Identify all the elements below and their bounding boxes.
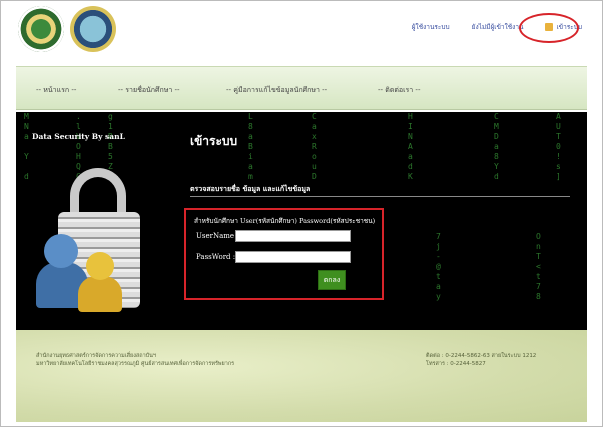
footer-contact: ติดต่อ : 0-2244-5862-63 สายในระบบ 1212 โ… [426, 352, 536, 368]
footer-left-line: มหาวิทยาลัยเทคโนโลยีราชมงคลสุวรรณภูมิ ศู… [36, 361, 235, 367]
matrix-rain: M N a Y d [24, 112, 29, 181]
users-link[interactable]: ผู้ใช้งานระบบ [412, 22, 450, 32]
university-logo [18, 6, 64, 52]
login-panel: M N a Y d . l V O H Q C g 1 R B 5 Z ; L … [16, 112, 587, 330]
matrix-rain: 7 j - @ t a y [436, 232, 441, 301]
matrix-rain: C a x R o u D [312, 112, 317, 181]
matrix-rain: A U T 0 ! s ] [556, 112, 561, 181]
padlock-shackle [70, 168, 126, 218]
footer-address: สำนักงานยุทธศาสตร์การจัดการความเสี่ยงสถา… [36, 352, 234, 368]
main-nav: -- หน้าแรก -- -- รายชื่อนักศึกษา -- -- ค… [16, 66, 587, 110]
password-label: PassWord : [196, 253, 236, 261]
login-hint: สำหรับนักศึกษา User(รหัสนักศึกษา) Passwo… [194, 217, 376, 225]
footer-fax: โทรสาร : 0-2244-5827 [426, 361, 486, 367]
subtitle-divider [190, 196, 570, 197]
faculty-logo [70, 6, 116, 52]
nav-contact[interactable]: -- ติดต่อเรา -- [378, 85, 420, 96]
user-silhouette-yellow [78, 276, 122, 312]
login-highlight-circle [519, 13, 579, 43]
nav-student-list[interactable]: -- รายชื่อนักศึกษา -- [118, 85, 180, 96]
submit-button[interactable]: ตกลง [318, 270, 346, 290]
footer-phone: ติดต่อ : 0-2244-5862-63 สายในระบบ 1212 [426, 353, 537, 359]
username-input[interactable] [235, 230, 351, 242]
login-form: สำหรับนักศึกษา User(รหัสนักศึกษา) Passwo… [184, 208, 384, 300]
nav-home[interactable]: -- หน้าแรก -- [36, 85, 76, 96]
matrix-rain: O n T < t 7 8 [536, 232, 541, 301]
site-footer: สำนักงานยุทธศาสตร์การจัดการความเสี่ยงสถา… [16, 330, 587, 422]
matrix-rain: C M D a 8 Y d [494, 112, 499, 181]
panel-subtitle: ตรวจสอบรายชื่อ ข้อมูล และแก้ไขข้อมูล [190, 185, 311, 193]
no-user-link[interactable]: ยังไม่มีผู้เข้าใช้งาน [472, 22, 524, 32]
user-head-yellow [86, 252, 114, 280]
username-label: UserName : [196, 232, 239, 240]
page-title: เข้าระบบ [190, 134, 238, 148]
matrix-rain: L 8 a B i a m [248, 112, 253, 181]
user-head-blue [44, 234, 78, 268]
password-input[interactable] [235, 251, 351, 263]
nav-manual[interactable]: -- คู่มือการแก้ไขข้อมูลนักศึกษา -- [226, 85, 327, 96]
matrix-rain: . l V O H Q C [76, 112, 81, 181]
matrix-rain: H I N A a d K [408, 112, 413, 181]
brand-label: Data Security By sanL [32, 132, 125, 141]
footer-left-line: สำนักงานยุทธศาสตร์การจัดการความเสี่ยงสถา… [36, 353, 157, 359]
site-header: ผู้ใช้งานระบบ ยังไม่มีผู้เข้าใช้งาน เข้า… [8, 2, 596, 64]
